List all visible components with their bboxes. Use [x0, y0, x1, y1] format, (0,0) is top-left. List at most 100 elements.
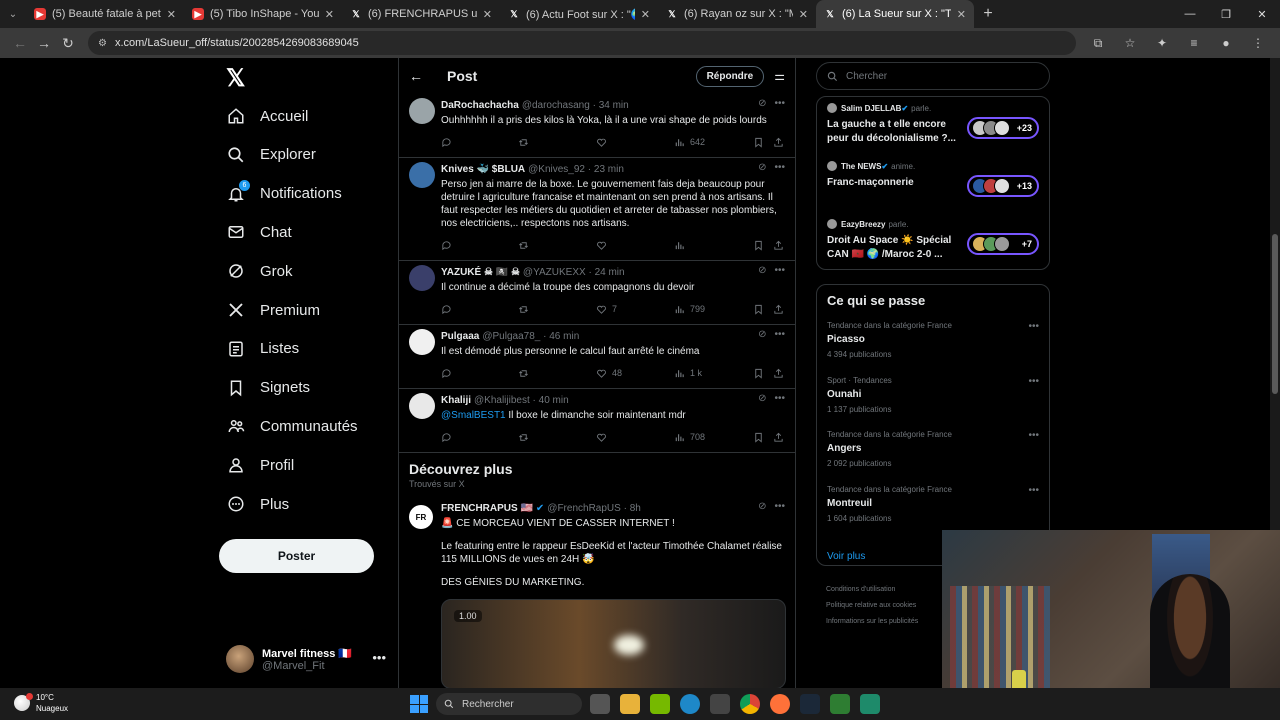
tab-search-icon[interactable]: ⌄ — [0, 0, 26, 28]
post-time[interactable]: 8h — [630, 503, 641, 514]
minimize-icon[interactable]: — — [1172, 0, 1208, 28]
reply-tweet[interactable]: YAZUKÉ ☠ 🏴‍☠️ ☠ @YAZUKEXX · 24 min ⊘ ••• Il … — [399, 261, 795, 325]
x-logo-icon[interactable]: 𝕏 — [226, 64, 245, 93]
weather-widget[interactable]: 10°C Nuageux — [14, 692, 68, 714]
share-button[interactable] — [773, 137, 784, 148]
nav-item-premium[interactable]: Premium — [226, 295, 320, 325]
retweet-button[interactable] — [518, 432, 529, 443]
mention-link[interactable]: @SmalBEST1 — [441, 410, 506, 421]
footer-link[interactable]: Conditions d'utilisation — [826, 582, 946, 598]
author-handle[interactable]: @Knives_92 — [528, 164, 585, 175]
author-name[interactable]: FRENCHRAPUS 🇺🇸 — [441, 503, 533, 514]
back-arrow-icon[interactable]: ← — [409, 68, 423, 84]
post-button[interactable]: Poster — [219, 539, 374, 573]
browser-tab[interactable]: ▶ (5) Beauté fatale à petits prix | ✕ — [26, 0, 184, 28]
share-button[interactable] — [773, 240, 784, 251]
author-name[interactable]: Khaliji — [441, 395, 471, 406]
retweet-button[interactable] — [518, 240, 529, 251]
close-tab-icon[interactable]: ✕ — [167, 8, 176, 21]
views-button[interactable] — [674, 240, 685, 251]
nav-item-plus[interactable]: Plus — [226, 489, 289, 519]
grok-icon[interactable]: ⊘ — [758, 393, 766, 404]
browser-tab[interactable]: 𝕏 (6) FRENCHRAPUS us sur X : " ✕ — [342, 0, 500, 28]
avatar[interactable] — [409, 98, 435, 124]
task-view-icon[interactable] — [590, 694, 610, 714]
url-field[interactable]: ⚙ x.com/LaSueur_off/status/2002854269083… — [88, 31, 1076, 55]
browser-tab[interactable]: 𝕏 (6) La Sueur sur X : "TONY YOK ✕ — [816, 0, 974, 28]
bookmark-button[interactable] — [753, 304, 764, 315]
views-button[interactable]: 708 — [674, 432, 705, 443]
retweet-button[interactable] — [518, 304, 529, 315]
more-icon[interactable]: ••• — [372, 650, 386, 665]
grok-icon[interactable]: ⊘ — [758, 162, 766, 173]
avatar[interactable]: FR — [409, 505, 433, 529]
nav-item-notifications[interactable]: 6 Notifications — [226, 179, 342, 209]
more-icon[interactable]: ••• — [1028, 321, 1039, 332]
post-time[interactable]: 24 min — [595, 267, 625, 278]
post-time[interactable]: 23 min — [594, 164, 624, 175]
more-icon[interactable]: ••• — [1028, 485, 1039, 496]
author-name[interactable]: DaRochachacha — [441, 100, 519, 111]
post-time[interactable]: 40 min — [539, 395, 569, 406]
forward-icon[interactable]: → — [32, 31, 56, 55]
steam-icon[interactable] — [800, 694, 820, 714]
taskbar-search[interactable]: Rechercher — [436, 693, 582, 715]
grok-icon[interactable]: ⊘ — [758, 265, 766, 276]
file-explorer-icon[interactable] — [620, 694, 640, 714]
more-icon[interactable]: ••• — [774, 98, 785, 109]
retweet-button[interactable] — [518, 368, 529, 379]
post-time[interactable]: 46 min — [549, 331, 579, 342]
see-more-link[interactable]: Voir plus — [827, 551, 865, 562]
firefox-icon[interactable] — [770, 694, 790, 714]
listeners-pill[interactable]: +23 — [967, 117, 1039, 139]
edge-icon[interactable] — [680, 694, 700, 714]
listeners-pill[interactable]: +7 — [967, 233, 1039, 255]
browser-tab[interactable]: 𝕏 (6) Rayan oz sur X : "Même à la ✕ — [658, 0, 816, 28]
maximize-icon[interactable]: ❐ — [1208, 0, 1244, 28]
like-button[interactable]: 7 — [596, 304, 617, 315]
filter-icon[interactable]: ⚌ — [774, 69, 785, 83]
footer-link[interactable]: Informations sur les publicités — [826, 614, 946, 630]
discover-post[interactable]: FR FRENCHRAPUS 🇺🇸 ✔ @FrenchRapUS · 8h ⊘ … — [399, 493, 795, 688]
views-button[interactable]: 799 — [674, 304, 705, 315]
close-tab-icon[interactable]: ✕ — [641, 8, 650, 21]
reply-tweet[interactable]: Khaliji @Khalijibest · 40 min ⊘ ••• @SmalBES… — [399, 389, 795, 453]
scrollbar-thumb[interactable] — [1272, 234, 1278, 394]
share-button[interactable] — [773, 368, 784, 379]
reply-button[interactable] — [441, 240, 452, 251]
more-icon[interactable]: ••• — [774, 265, 785, 276]
browser-tab[interactable]: ▶ (5) Tibo InShape - YouTube ✕ — [184, 0, 342, 28]
reply-button[interactable] — [441, 432, 452, 443]
author-handle[interactable]: @Khalijibest — [474, 395, 530, 406]
grok-icon[interactable]: ⊘ — [758, 501, 766, 512]
chrome-icon[interactable] — [740, 694, 760, 714]
nav-item-explorer[interactable]: Explorer — [226, 140, 316, 170]
reply-button[interactable]: Répondre — [695, 65, 765, 87]
reply-tweet[interactable]: Pulgaaa @Pulgaa78_ · 46 min ⊘ ••• Il est dém… — [399, 325, 795, 389]
trend-item[interactable]: Tendance dans la catégorie France Montreu… — [827, 485, 1039, 523]
views-button[interactable]: 642 — [674, 137, 705, 148]
nav-item-profil[interactable]: Profil — [226, 450, 294, 480]
close-tab-icon[interactable]: ✕ — [957, 8, 966, 21]
avatar[interactable] — [409, 162, 435, 188]
author-name[interactable]: YAZUKÉ ☠ 🏴‍☠️ ☠ — [441, 267, 520, 278]
reply-tweet[interactable]: DaRochachacha @darochasang · 34 min ⊘ ••• Ou… — [399, 94, 795, 158]
avatar[interactable] — [409, 393, 435, 419]
bookmark-button[interactable] — [753, 137, 764, 148]
back-icon[interactable]: ← — [8, 31, 32, 55]
reply-tweet[interactable]: Knives 🐳 $BLUA @Knives_92 · 23 min ⊘ ••• Per… — [399, 158, 795, 261]
nav-item-accueil[interactable]: Accueil — [226, 101, 308, 131]
space-card[interactable]: Salim DJELLAB ✔ parle. La gauche a t elle … — [827, 103, 1039, 146]
close-tab-icon[interactable]: ✕ — [799, 8, 808, 21]
author-name[interactable]: Knives 🐳 $BLUA — [441, 164, 525, 175]
new-tab-button[interactable]: + — [974, 0, 1002, 28]
like-button[interactable] — [596, 432, 607, 443]
bookmark-button[interactable] — [753, 240, 764, 251]
close-window-icon[interactable]: ✕ — [1244, 0, 1280, 28]
post-video[interactable]: 1.00 — [441, 599, 786, 688]
profile-icon[interactable]: ● — [1212, 31, 1240, 55]
post-time[interactable]: 34 min — [599, 100, 629, 111]
trend-item[interactable]: Tendance dans la catégorie France Angers 2… — [827, 430, 1039, 468]
author-handle[interactable]: @Pulgaa78_ — [482, 331, 540, 342]
more-icon[interactable]: ••• — [774, 501, 785, 512]
